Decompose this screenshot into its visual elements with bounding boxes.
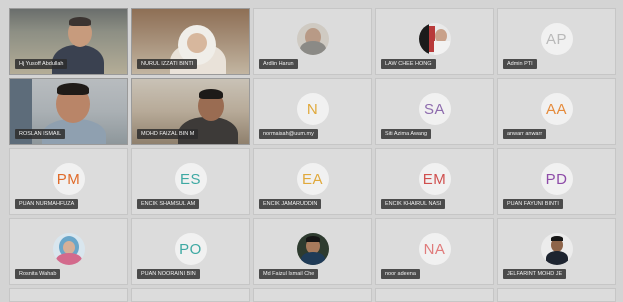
participant-tile[interactable]: LAW CHEE HONG bbox=[375, 8, 494, 75]
participant-name: PUAN FAYUNI BINTI bbox=[503, 199, 563, 209]
participant-name: LAW CHEE HONG bbox=[381, 59, 436, 69]
initials-avatar: ES bbox=[174, 163, 207, 195]
participant-name: noor adeena bbox=[381, 269, 420, 279]
participant-tile[interactable]: NA noor adeena bbox=[375, 218, 494, 285]
profile-photo bbox=[540, 233, 573, 265]
initials-avatar: PO bbox=[174, 233, 207, 265]
profile-photo bbox=[296, 23, 329, 55]
participant-name: Md Faizul Ismail Che bbox=[259, 269, 319, 279]
participant-tile[interactable]: EA ENCIK JAMARUDDIN bbox=[253, 148, 372, 215]
participant-name: MOHD FAIZAL BIN M bbox=[137, 129, 199, 139]
participant-tile[interactable]: NURUL IZZATI BINTI bbox=[131, 8, 250, 75]
participant-name: Admin PTI bbox=[503, 59, 537, 69]
participant-tile[interactable]: Rosnita Wahab bbox=[9, 218, 128, 285]
profile-photo bbox=[296, 233, 329, 265]
participant-tile[interactable]: MOHD FAIZAL BIN M bbox=[131, 78, 250, 145]
participant-tile[interactable] bbox=[497, 288, 616, 302]
initials-avatar: PM bbox=[52, 163, 85, 195]
participant-tile[interactable]: N normaisah@uum.my bbox=[253, 78, 372, 145]
participant-tile[interactable]: AP Admin PTI bbox=[497, 8, 616, 75]
initials-avatar: AP bbox=[540, 23, 573, 55]
participant-tile[interactable]: Ardlin Harun bbox=[253, 8, 372, 75]
profile-photo bbox=[418, 23, 451, 55]
initials-avatar: EA bbox=[296, 163, 329, 195]
participant-name: normaisah@uum.my bbox=[259, 129, 318, 139]
participant-name: ENCIK KHAIRUL NASI bbox=[381, 199, 446, 209]
initials-avatar: NA bbox=[418, 233, 451, 265]
participant-name: Siti Azima Awang bbox=[381, 129, 432, 139]
participant-name: NURUL IZZATI BINTI bbox=[137, 59, 198, 69]
participant-tile[interactable]: EM ENCIK KHAIRUL NASI bbox=[375, 148, 494, 215]
gallery-grid: Hj Yusoff Abdullah NURUL IZZATI BINTI Ar… bbox=[9, 8, 617, 302]
participant-tile[interactable]: PM PUAN NURMAHFUZA bbox=[9, 148, 128, 215]
initials-avatar: PD bbox=[540, 163, 573, 195]
participant-tile[interactable] bbox=[131, 288, 250, 302]
initials-avatar: EM bbox=[418, 163, 451, 195]
participant-tile[interactable]: PD PUAN FAYUNI BINTI bbox=[497, 148, 616, 215]
initials-avatar: N bbox=[296, 93, 329, 125]
participant-tile[interactable]: SA Siti Azima Awang bbox=[375, 78, 494, 145]
participant-tile[interactable]: PO PUAN NOORAINI BIN bbox=[131, 218, 250, 285]
participant-name: ENCIK SHAMSUL AM bbox=[137, 199, 200, 209]
participant-name: PUAN NURMAHFUZA bbox=[15, 199, 79, 209]
initials-avatar: AA bbox=[540, 93, 573, 125]
participant-tile[interactable]: ROSLAN ISMAIL bbox=[9, 78, 128, 145]
participant-tile[interactable] bbox=[253, 288, 372, 302]
participant-name: Rosnita Wahab bbox=[15, 269, 61, 279]
participant-tile[interactable]: JELFARINT MOHD JE bbox=[497, 218, 616, 285]
participant-name: JELFARINT MOHD JE bbox=[503, 269, 567, 279]
participant-tile[interactable] bbox=[9, 288, 128, 302]
participant-tile[interactable]: AA anwarr anwarr bbox=[497, 78, 616, 145]
participant-name: PUAN NOORAINI BIN bbox=[137, 269, 200, 279]
participant-tile[interactable] bbox=[375, 288, 494, 302]
participant-tile[interactable]: Md Faizul Ismail Che bbox=[253, 218, 372, 285]
participant-name: ENCIK JAMARUDDIN bbox=[259, 199, 322, 209]
profile-photo bbox=[52, 233, 85, 265]
participant-tile[interactable]: Hj Yusoff Abdullah bbox=[9, 8, 128, 75]
participant-name: ROSLAN ISMAIL bbox=[15, 129, 66, 139]
participant-name: Hj Yusoff Abdullah bbox=[15, 59, 68, 69]
initials-avatar: SA bbox=[418, 93, 451, 125]
participant-tile[interactable]: ES ENCIK SHAMSUL AM bbox=[131, 148, 250, 215]
participant-name: Ardlin Harun bbox=[259, 59, 298, 69]
participant-name: anwarr anwarr bbox=[503, 129, 547, 139]
